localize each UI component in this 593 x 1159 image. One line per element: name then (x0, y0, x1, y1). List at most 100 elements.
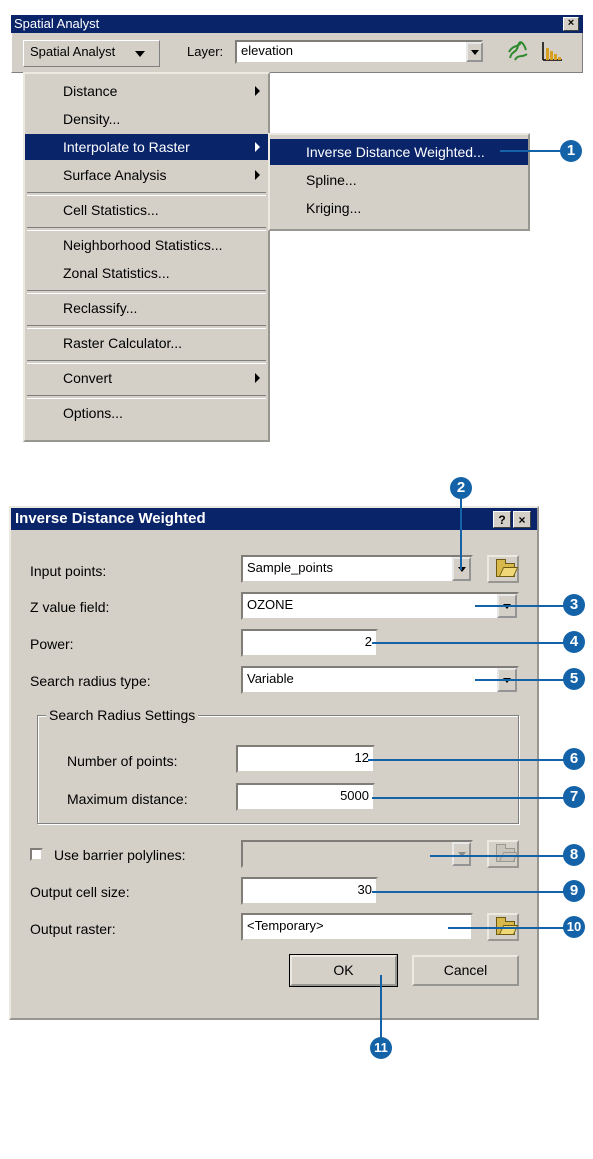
z-value-field-value: OZONE (247, 597, 294, 612)
menu-separator (27, 325, 266, 329)
callout-9: 9 (563, 880, 585, 902)
use-barrier-polylines-label: Use barrier polylines: (54, 847, 186, 863)
toolbar-title-bar: Spatial Analyst (11, 15, 583, 33)
spatial-analyst-menu-button[interactable]: Spatial Analyst (23, 40, 160, 67)
menu-item-raster-calculator[interactable]: Raster Calculator... (25, 330, 268, 356)
menu-item-density[interactable]: Density... (25, 106, 268, 132)
submenu-arrow-icon (255, 142, 260, 152)
dialog-close-button[interactable]: × (513, 511, 531, 528)
callout-3: 3 (563, 594, 585, 616)
close-icon: × (567, 17, 575, 29)
menu-item-label: Options... (63, 405, 123, 421)
dialog-title-bar: Inverse Distance Weighted (11, 508, 537, 530)
help-icon: ? (498, 513, 506, 527)
search-radius-settings-label: Search Radius Settings (46, 707, 199, 723)
input-points-open-button[interactable] (487, 555, 519, 583)
menu-item-label: Interpolate to Raster (63, 139, 190, 155)
layer-select-value: elevation (241, 43, 294, 58)
submenu-item-spline[interactable]: Spline... (270, 167, 528, 193)
search-radius-type-value: Variable (247, 671, 294, 686)
input-points-select[interactable]: Sample_points (241, 555, 473, 583)
spatial-analyst-menu-label: Spatial Analyst (30, 44, 116, 59)
callout-6: 6 (563, 748, 585, 770)
menu-separator (27, 360, 266, 364)
close-icon: × (518, 513, 526, 527)
cancel-button[interactable]: Cancel (412, 955, 519, 986)
toolbar-title: Spatial Analyst (14, 16, 100, 31)
chevron-down-icon (135, 51, 145, 57)
z-value-field-label: Z value field: (30, 599, 110, 615)
callout-leader (372, 797, 565, 799)
barrier-polylines-open-button[interactable] (487, 840, 519, 868)
open-folder-icon (496, 559, 515, 577)
create-contours-icon[interactable] (506, 40, 530, 62)
output-cell-size-label: Output cell size: (30, 884, 130, 900)
callout-leader (448, 927, 565, 929)
maximum-distance-label: Maximum distance: (67, 791, 188, 807)
barrier-polylines-select[interactable] (241, 840, 473, 868)
menu-item-label: Neighborhood Statistics... (63, 237, 223, 253)
spatial-analyst-menu: Distance Density... Interpolate to Raste… (23, 72, 270, 442)
use-barrier-polylines-checkbox[interactable] (30, 848, 43, 861)
output-cell-size-value: 30 (357, 882, 372, 897)
menu-item-label: Density... (63, 111, 121, 127)
input-points-value: Sample_points (247, 560, 333, 575)
menu-item-convert[interactable]: Convert (25, 365, 268, 391)
layer-label: Layer: (187, 44, 224, 59)
number-of-points-value: 12 (354, 750, 369, 765)
menu-separator (27, 227, 266, 231)
menu-item-neighborhood-statistics[interactable]: Neighborhood Statistics... (25, 232, 268, 258)
submenu-item-kriging[interactable]: Kriging... (270, 195, 528, 221)
callout-4: 4 (563, 631, 585, 653)
callout-leader (475, 605, 565, 607)
power-label: Power: (30, 636, 74, 652)
search-radius-type-label: Search radius type: (30, 673, 151, 689)
toolbar-close-button[interactable]: × (563, 17, 579, 31)
callout-7: 7 (563, 786, 585, 808)
callout-8: 8 (563, 844, 585, 866)
menu-item-options[interactable]: Options... (25, 400, 268, 426)
input-points-label: Input points: (30, 563, 107, 579)
menu-item-surface-analysis[interactable]: Surface Analysis (25, 162, 268, 188)
power-input[interactable]: 2 (241, 629, 378, 657)
callout-leader (372, 891, 565, 893)
menu-item-label: Zonal Statistics... (63, 265, 170, 281)
output-raster-label: Output raster: (30, 921, 116, 937)
submenu-item-label: Inverse Distance Weighted... (306, 144, 485, 160)
histogram-tool-icon[interactable] (540, 40, 564, 62)
menu-item-label: Surface Analysis (63, 167, 167, 183)
menu-separator (27, 192, 266, 196)
callout-10: 10 (563, 916, 585, 938)
menu-item-zonal-statistics[interactable]: Zonal Statistics... (25, 260, 268, 286)
menu-item-label: Reclassify... (63, 300, 138, 316)
menu-item-distance[interactable]: Distance (25, 78, 268, 104)
barrier-polylines-dropdown-button[interactable] (452, 842, 471, 866)
menu-item-cell-statistics[interactable]: Cell Statistics... (25, 197, 268, 223)
submenu-item-label: Spline... (306, 172, 357, 188)
submenu-arrow-icon (255, 373, 260, 383)
submenu-item-idw[interactable]: Inverse Distance Weighted... (270, 139, 528, 165)
callout-leader (368, 759, 565, 761)
output-raster-input[interactable]: <Temporary> (241, 913, 473, 941)
number-of-points-label: Number of points: (67, 753, 178, 769)
callout-1: 1 (560, 140, 582, 162)
callout-leader (430, 855, 565, 857)
menu-item-label: Cell Statistics... (63, 202, 159, 218)
output-cell-size-input[interactable]: 30 (241, 877, 378, 905)
maximum-distance-value: 5000 (340, 788, 369, 803)
callout-leader (475, 679, 565, 681)
number-of-points-input[interactable]: 12 (236, 745, 375, 773)
maximum-distance-input[interactable]: 5000 (236, 783, 375, 811)
callout-leader (372, 642, 565, 644)
menu-separator (27, 395, 266, 399)
layer-dropdown-button[interactable] (466, 42, 483, 62)
callout-11: 11 (370, 1037, 392, 1059)
submenu-arrow-icon (255, 170, 260, 180)
help-button[interactable]: ? (493, 511, 511, 528)
submenu-item-label: Kriging... (306, 200, 362, 216)
menu-item-label: Convert (63, 370, 113, 386)
layer-select[interactable]: elevation (235, 40, 483, 64)
callout-5: 5 (563, 668, 585, 690)
menu-item-interpolate-to-raster[interactable]: Interpolate to Raster (25, 134, 268, 160)
menu-item-reclassify[interactable]: Reclassify... (25, 295, 268, 321)
